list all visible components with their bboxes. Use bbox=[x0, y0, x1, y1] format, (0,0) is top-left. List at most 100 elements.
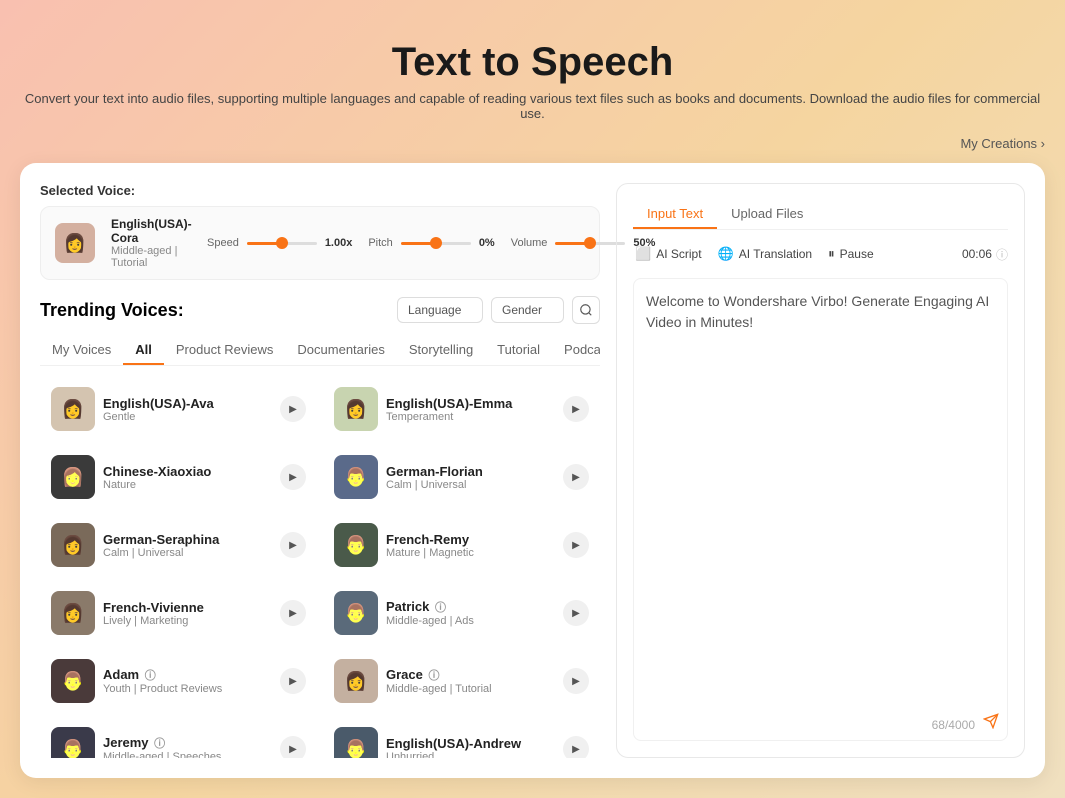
tab-tutorial[interactable]: Tutorial bbox=[485, 336, 552, 365]
page-subtitle: Convert your text into audio files, supp… bbox=[20, 91, 1045, 121]
voice-avatar-seraphina: 👩 bbox=[51, 523, 95, 567]
send-button[interactable] bbox=[983, 713, 999, 732]
voice-item-seraphina[interactable]: 👩 German-Seraphina Calm | Universal ▶ bbox=[40, 514, 317, 576]
ai-script-btn[interactable]: ⬜ AI Script bbox=[633, 242, 704, 266]
my-creations-link[interactable]: My Creations › bbox=[960, 136, 1045, 151]
play-btn-florian[interactable]: ▶ bbox=[563, 464, 589, 490]
voice-tags-remy: Mature | Magnetic bbox=[386, 547, 555, 559]
pitch-label: Pitch bbox=[368, 237, 392, 249]
voice-item-emma[interactable]: 👩 English(USA)-Emma Temperament ▶ bbox=[323, 378, 600, 440]
voice-item-vivienne[interactable]: 👩 French-Vivienne Lively | Marketing ▶ bbox=[40, 582, 317, 644]
tab-all[interactable]: All bbox=[123, 336, 164, 365]
trending-label: Trending Voices: bbox=[40, 300, 184, 321]
play-btn-adam[interactable]: ▶ bbox=[280, 668, 306, 694]
play-btn-jeremy[interactable]: ▶ bbox=[280, 736, 306, 758]
ai-translation-icon: 🌐 bbox=[718, 246, 734, 262]
voice-item-jeremy[interactable]: 👨 Jeremy ⓘ Middle-aged | Speeches ▶ bbox=[40, 718, 317, 758]
text-content[interactable]: Welcome to Wondershare Virbo! Generate E… bbox=[646, 291, 995, 333]
play-btn-vivienne[interactable]: ▶ bbox=[280, 600, 306, 626]
voice-avatar-andrew: 👨 bbox=[334, 727, 378, 758]
voice-info-xiaoxiao: Chinese-Xiaoxiao Nature bbox=[103, 464, 272, 491]
voice-name-patrick: Patrick ⓘ bbox=[386, 599, 555, 615]
voice-tags-ava: Gentle bbox=[103, 411, 272, 423]
voice-name-ava: English(USA)-Ava bbox=[103, 396, 272, 411]
voice-item-xiaoxiao[interactable]: 👩 Chinese-Xiaoxiao Nature ▶ bbox=[40, 446, 317, 508]
search-button[interactable] bbox=[572, 296, 600, 324]
selected-voice-subtitle: Middle-aged | Tutorial bbox=[111, 245, 191, 269]
volume-slider[interactable] bbox=[555, 242, 625, 245]
pitch-control: Pitch 0% bbox=[368, 237, 494, 249]
tab-product-reviews[interactable]: Product Reviews bbox=[164, 336, 286, 365]
voice-avatar-grace: 👩 bbox=[334, 659, 378, 703]
voice-item-ava[interactable]: 👩 English(USA)-Ava Gentle ▶ bbox=[40, 378, 317, 440]
voice-item-patrick[interactable]: 👨 Patrick ⓘ Middle-aged | Ads ▶ bbox=[323, 582, 600, 644]
gender-filter[interactable]: Gender bbox=[491, 297, 564, 323]
filter-row: Language Gender bbox=[397, 296, 600, 324]
voice-info-jeremy: Jeremy ⓘ Middle-aged | Speeches bbox=[103, 735, 272, 758]
voice-avatar-jeremy: 👨 bbox=[51, 727, 95, 758]
voice-tags-seraphina: Calm | Universal bbox=[103, 547, 272, 559]
ai-tools-row: ⬜ AI Script 🌐 AI Translation ⏸ Pause 00:… bbox=[633, 242, 1008, 266]
ai-translation-btn[interactable]: 🌐 AI Translation bbox=[716, 242, 815, 266]
info-icon-grace: ⓘ bbox=[428, 670, 439, 682]
voice-tags-grace: Middle-aged | Tutorial bbox=[386, 683, 555, 695]
tab-input-text[interactable]: Input Text bbox=[633, 200, 717, 229]
char-count: 68/4000 bbox=[932, 718, 975, 732]
voice-info-florian: German-Florian Calm | Universal bbox=[386, 464, 555, 491]
voice-tabs: My Voices All Product Reviews Documentar… bbox=[40, 336, 600, 366]
pause-label: Pause bbox=[840, 247, 874, 261]
info-icon-patrick: ⓘ bbox=[435, 602, 446, 614]
voice-avatar-ava: 👩 bbox=[51, 387, 95, 431]
pause-btn[interactable]: ⏸ Pause bbox=[826, 242, 876, 266]
volume-label: Volume bbox=[511, 237, 548, 249]
voice-name-seraphina: German-Seraphina bbox=[103, 532, 272, 547]
voice-info-remy: French-Remy Mature | Magnetic bbox=[386, 532, 555, 559]
voice-name-adam: Adam ⓘ bbox=[103, 667, 272, 683]
tab-podcasts[interactable]: Podcas... bbox=[552, 336, 600, 365]
tab-storytelling[interactable]: Storytelling bbox=[397, 336, 485, 365]
language-filter[interactable]: Language bbox=[397, 297, 483, 323]
page-header: Text to Speech Convert your text into au… bbox=[20, 20, 1045, 131]
selected-voice-avatar: 👩 bbox=[55, 223, 95, 263]
voice-name-vivienne: French-Vivienne bbox=[103, 600, 272, 615]
text-area-container: Welcome to Wondershare Virbo! Generate E… bbox=[633, 278, 1008, 741]
info-icon-adam: ⓘ bbox=[145, 670, 156, 682]
tab-my-voices[interactable]: My Voices bbox=[40, 336, 123, 365]
voice-tags-andrew: Unhurried bbox=[386, 751, 555, 759]
voice-info-grace: Grace ⓘ Middle-aged | Tutorial bbox=[386, 667, 555, 695]
pitch-slider[interactable] bbox=[401, 242, 471, 245]
play-btn-seraphina[interactable]: ▶ bbox=[280, 532, 306, 558]
pause-icon: ⏸ bbox=[828, 246, 835, 262]
left-panel: Selected Voice: 👩 English(USA)-Cora Midd… bbox=[40, 183, 600, 758]
voice-tags-emma: Temperament bbox=[386, 411, 555, 423]
voice-avatar-patrick: 👨 bbox=[334, 591, 378, 635]
right-panel: Input Text Upload Files ⬜ AI Script 🌐 AI… bbox=[616, 183, 1025, 758]
voice-info-seraphina: German-Seraphina Calm | Universal bbox=[103, 532, 272, 559]
voice-avatar-xiaoxiao: 👩 bbox=[51, 455, 95, 499]
voice-tags-florian: Calm | Universal bbox=[386, 479, 555, 491]
selected-voice-name: English(USA)-Cora bbox=[111, 217, 191, 245]
voice-item-remy[interactable]: 👨 French-Remy Mature | Magnetic ▶ bbox=[323, 514, 600, 576]
play-btn-patrick[interactable]: ▶ bbox=[563, 600, 589, 626]
play-btn-emma[interactable]: ▶ bbox=[563, 396, 589, 422]
voice-name-remy: French-Remy bbox=[386, 532, 555, 547]
voice-list: 👩 English(USA)-Ava Gentle ▶ 👩 English(US… bbox=[40, 378, 600, 758]
tab-upload-files[interactable]: Upload Files bbox=[717, 200, 817, 229]
voice-item-andrew[interactable]: 👨 English(USA)-Andrew Unhurried ▶ bbox=[323, 718, 600, 758]
voice-name-andrew: English(USA)-Andrew bbox=[386, 736, 555, 751]
play-btn-xiaoxiao[interactable]: ▶ bbox=[280, 464, 306, 490]
play-btn-ava[interactable]: ▶ bbox=[280, 396, 306, 422]
speed-slider[interactable] bbox=[247, 242, 317, 245]
voice-info-patrick: Patrick ⓘ Middle-aged | Ads bbox=[386, 599, 555, 627]
voice-avatar-adam: 👨 bbox=[51, 659, 95, 703]
voice-tags-patrick: Middle-aged | Ads bbox=[386, 615, 555, 627]
voice-item-florian[interactable]: 👨 German-Florian Calm | Universal ▶ bbox=[323, 446, 600, 508]
tab-documentaries[interactable]: Documentaries bbox=[285, 336, 396, 365]
selected-voice-info: English(USA)-Cora Middle-aged | Tutorial bbox=[111, 217, 191, 269]
play-btn-remy[interactable]: ▶ bbox=[563, 532, 589, 558]
voice-info-adam: Adam ⓘ Youth | Product Reviews bbox=[103, 667, 272, 695]
voice-name-emma: English(USA)-Emma bbox=[386, 396, 555, 411]
play-btn-grace[interactable]: ▶ bbox=[563, 668, 589, 694]
voice-tags-jeremy: Middle-aged | Speeches bbox=[103, 751, 272, 758]
play-btn-andrew[interactable]: ▶ bbox=[563, 736, 589, 758]
